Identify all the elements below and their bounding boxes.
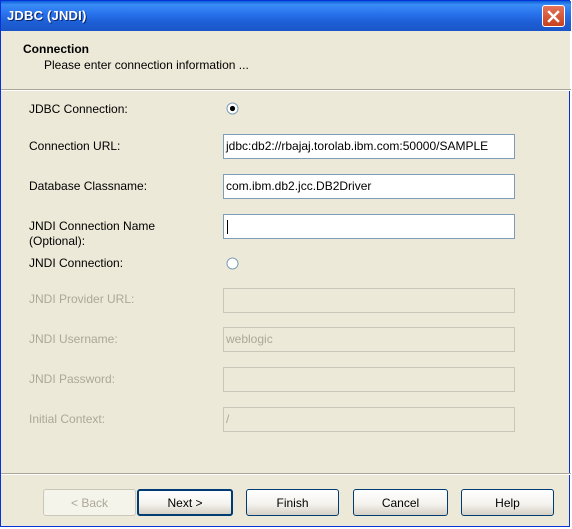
radio-unselected-icon	[226, 257, 239, 270]
radio-selected-icon	[229, 105, 236, 112]
jndi-provider-url-input[interactable]	[223, 288, 515, 313]
connection-url-label: Connection URL:	[29, 139, 121, 153]
jndi-username-label: JNDI Username:	[29, 332, 118, 346]
initial-context-label: Initial Context:	[29, 412, 106, 426]
jndi-connection-label: JNDI Connection:	[29, 256, 124, 270]
back-button[interactable]: < Back	[43, 489, 136, 516]
jndi-connection-name-optional-label: (Optional):	[29, 234, 86, 248]
database-classname-label: Database Classname:	[29, 179, 148, 193]
title-bar[interactable]: JDBC (JNDI)	[1, 1, 571, 31]
cancel-button[interactable]: Cancel	[353, 489, 448, 516]
database-classname-input[interactable]: com.ibm.db2.jcc.DB2Driver	[223, 174, 515, 199]
header-title: Connection	[23, 42, 89, 56]
jdbc-connection-label: JDBC Connection:	[29, 102, 128, 116]
jndi-connection-name-label: JNDI Connection Name	[29, 219, 156, 233]
jndi-password-label: JNDI Password:	[29, 372, 116, 386]
header-divider-highlight	[1, 90, 571, 91]
jdbc-connection-radio[interactable]	[226, 102, 239, 115]
footer-divider-highlight	[1, 474, 571, 475]
next-button[interactable]: Next >	[137, 489, 233, 516]
text-caret	[227, 219, 228, 234]
window-title: JDBC (JNDI)	[7, 8, 87, 23]
dialog-window: JDBC (JNDI) Connection Please enter conn…	[0, 0, 571, 527]
jndi-connection-radio[interactable]	[226, 257, 239, 270]
dialog-header: Connection Please enter connection infor…	[2, 31, 570, 89]
close-button[interactable]	[542, 5, 565, 27]
jndi-provider-url-label: JNDI Provider URL:	[29, 292, 135, 306]
jndi-password-input[interactable]	[223, 367, 515, 392]
close-icon	[547, 9, 560, 23]
finish-button[interactable]: Finish	[246, 489, 339, 516]
header-subtitle: Please enter connection information ...	[44, 58, 249, 72]
jndi-connection-name-input[interactable]	[223, 214, 515, 239]
connection-url-input[interactable]: jdbc:db2://rbajaj.torolab.ibm.com:50000/…	[223, 134, 515, 159]
initial-context-input[interactable]: /	[223, 407, 515, 432]
help-button[interactable]: Help	[461, 489, 554, 516]
jndi-username-input[interactable]: weblogic	[223, 327, 515, 352]
